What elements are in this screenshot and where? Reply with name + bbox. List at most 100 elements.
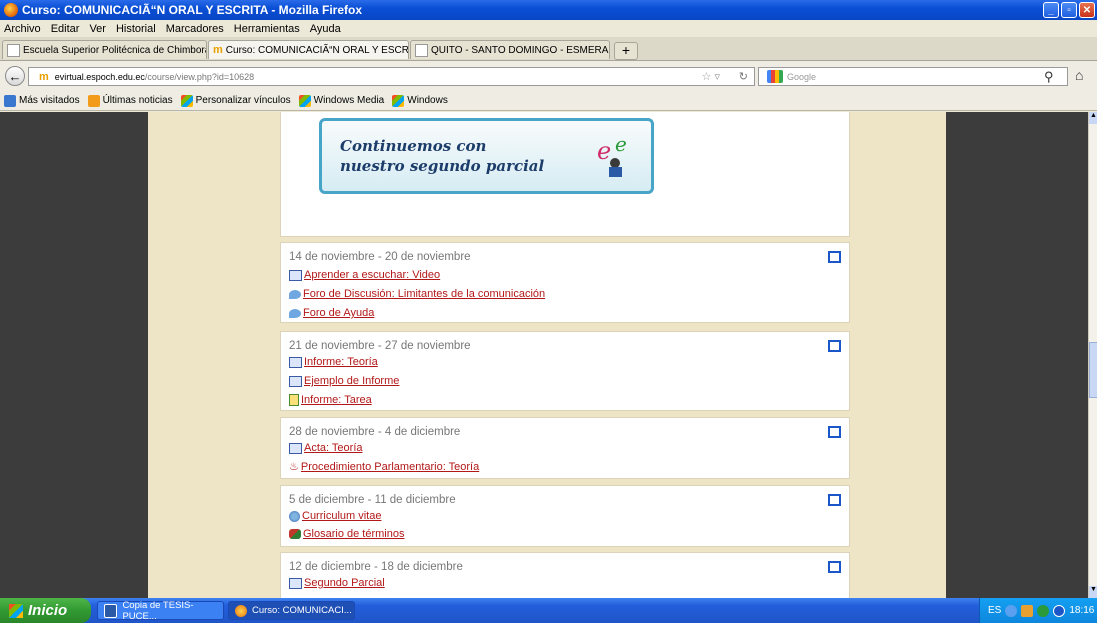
maximize-button[interactable]: ▫ xyxy=(1061,2,1077,18)
bookmark-label: Windows Media xyxy=(313,95,385,106)
tray-icon[interactable] xyxy=(1005,604,1018,617)
bookmark-label: Últimas noticias xyxy=(102,95,173,106)
firefox-icon xyxy=(235,604,247,617)
scrollbar-thumb[interactable] xyxy=(1089,342,1097,398)
menu-herramientas[interactable]: Herramientas xyxy=(234,23,300,35)
bookmark-star-icon[interactable]: ☆ ▿ xyxy=(702,70,720,83)
activity-link[interactable]: Foro de Ayuda xyxy=(303,307,374,319)
menu-ayuda[interactable]: Ayuda xyxy=(310,23,341,35)
menu-ver[interactable]: Ver xyxy=(89,23,106,35)
home-icon[interactable]: ⌂ xyxy=(1075,67,1083,83)
language-indicator[interactable]: ES xyxy=(988,605,1001,616)
activity-item[interactable]: Acta: Teoría xyxy=(289,442,363,454)
section-toggle-icon[interactable] xyxy=(828,340,841,352)
bookmark-label: Windows xyxy=(407,95,448,106)
page-content: Continuemos con nuestro segundo parcial … xyxy=(0,112,1088,598)
section-toggle-icon[interactable] xyxy=(828,251,841,263)
firefox-icon xyxy=(4,3,18,17)
bookmarks-bar: Más visitados Últimas noticias Personali… xyxy=(0,91,1097,111)
activity-item[interactable]: ♨ Procedimiento Parlamentario: Teoría xyxy=(289,460,479,474)
tray-icon[interactable] xyxy=(1053,604,1066,617)
week-section: 12 de diciembre - 18 de diciembre Segund… xyxy=(280,552,850,598)
activity-item[interactable]: Foro de Discusión: Limitantes de la comu… xyxy=(289,288,545,300)
window-controls: _ ▫ ✕ xyxy=(1043,2,1095,18)
system-tray: ES 18:16 xyxy=(979,598,1097,623)
svg-text:e: e xyxy=(615,133,627,156)
bookmark-ultimas-noticias[interactable]: Últimas noticias xyxy=(87,94,173,107)
activity-item[interactable]: Segundo Parcial xyxy=(289,577,385,589)
forum-icon xyxy=(289,289,301,299)
menu-archivo[interactable]: Archivo xyxy=(4,23,41,35)
vertical-scrollbar[interactable]: ▲ ▼ xyxy=(1088,112,1097,598)
menu-bar: Archivo Editar Ver Historial Marcadores … xyxy=(0,20,1097,37)
activity-link[interactable]: Segundo Parcial xyxy=(304,577,385,589)
activity-item[interactable]: Aprender a escuchar: Video xyxy=(289,269,440,281)
bookmark-windows-media[interactable]: Windows Media xyxy=(298,94,385,107)
pdf-icon: ♨ xyxy=(289,461,299,473)
tab-espoch[interactable]: Escuela Superior Politécnica de Chimbora… xyxy=(2,40,207,59)
menu-marcadores[interactable]: Marcadores xyxy=(166,23,224,35)
activity-link[interactable]: Aprender a escuchar: Video xyxy=(304,269,440,281)
tray-icon[interactable] xyxy=(1037,604,1050,617)
bookmark-personalizar[interactable]: Personalizar vínculos xyxy=(180,94,291,107)
taskbar-item-word[interactable]: Copia de TESIS-PUCE... xyxy=(97,600,224,622)
window-titlebar: Curso: COMUNICACIÃ“N ORAL Y ESCRITA - Mo… xyxy=(0,0,1097,20)
page-icon xyxy=(289,442,302,454)
banner-section: Continuemos con nuestro segundo parcial … xyxy=(280,112,850,237)
page-icon xyxy=(289,356,302,368)
bookmark-windows[interactable]: Windows xyxy=(392,94,448,107)
url-path: /course/view.php?id=10628 xyxy=(144,71,255,82)
course-column: Continuemos con nuestro segundo parcial … xyxy=(148,112,946,598)
section-title: 28 de noviembre - 4 de diciembre xyxy=(289,426,461,438)
activity-link[interactable]: Acta: Teoría xyxy=(304,442,363,454)
activity-link[interactable]: Curriculum vitae xyxy=(302,510,381,522)
activity-item[interactable]: Curriculum vitae xyxy=(289,510,381,522)
new-tab-button[interactable]: + xyxy=(614,42,638,60)
week-section: 5 de diciembre - 11 de diciembre Curricu… xyxy=(280,485,850,547)
tab-quito[interactable]: QUITO - SANTO DOMINGO - ESMERALDA... × xyxy=(410,40,610,59)
menu-editar[interactable]: Editar xyxy=(51,23,80,35)
activity-item[interactable]: Informe: Tarea xyxy=(289,394,372,406)
section-toggle-icon[interactable] xyxy=(828,561,841,573)
search-bar[interactable]: Google xyxy=(758,67,1068,86)
activity-link[interactable]: Informe: Teoría xyxy=(304,356,378,368)
scroll-down-icon[interactable]: ▼ xyxy=(1089,586,1097,598)
clock: 18:16 xyxy=(1069,605,1095,616)
windows-icon xyxy=(298,94,311,107)
taskbar-item-firefox[interactable]: Curso: COMUNICACI... xyxy=(228,601,355,620)
bookmark-mas-visitados[interactable]: Más visitados xyxy=(4,94,80,107)
url-bar[interactable]: m evirtual.espoch.edu.ec /course/view.ph… xyxy=(28,67,755,86)
minimize-button[interactable]: _ xyxy=(1043,2,1059,18)
reload-icon[interactable]: ↻ xyxy=(739,70,748,83)
start-label: Inicio xyxy=(28,602,68,619)
activity-item[interactable]: Glosario de términos xyxy=(289,528,405,540)
start-button[interactable]: Inicio xyxy=(0,598,91,623)
activity-item[interactable]: Ejemplo de Informe xyxy=(289,375,399,387)
page-favicon xyxy=(7,43,20,57)
activity-link[interactable]: Procedimiento Parlamentario: Teoría xyxy=(301,461,479,473)
tray-icon[interactable] xyxy=(1021,604,1034,617)
activity-link[interactable]: Foro de Discusión: Limitantes de la comu… xyxy=(303,288,545,300)
activity-link[interactable]: Glosario de términos xyxy=(303,528,405,540)
week-section: 14 de noviembre - 20 de noviembre Aprend… xyxy=(280,242,850,323)
activity-link[interactable]: Informe: Tarea xyxy=(301,394,372,406)
scroll-up-icon[interactable]: ▲ xyxy=(1089,112,1097,124)
search-icon[interactable]: ⚲ xyxy=(1044,69,1054,85)
close-window-button[interactable]: ✕ xyxy=(1079,2,1095,18)
section-toggle-icon[interactable] xyxy=(828,426,841,438)
windows-flag-icon xyxy=(9,603,23,618)
assignment-icon xyxy=(289,394,299,406)
activity-link[interactable]: Ejemplo de Informe xyxy=(304,375,399,387)
tab-label: QUITO - SANTO DOMINGO - ESMERALDA... xyxy=(431,44,609,56)
page-icon xyxy=(289,577,302,589)
activity-item[interactable]: Foro de Ayuda xyxy=(289,307,374,319)
back-button[interactable]: ← xyxy=(5,66,25,86)
activity-item[interactable]: Informe: Teoría xyxy=(289,356,378,368)
svg-text:e: e xyxy=(597,137,611,165)
page-favicon xyxy=(415,43,428,57)
week-section: 21 de noviembre - 27 de noviembre Inform… xyxy=(280,331,850,411)
menu-historial[interactable]: Historial xyxy=(116,23,156,35)
tab-curso[interactable]: m Curso: COMUNICACIÃ“N ORAL Y ESCRITA × xyxy=(208,40,409,59)
section-toggle-icon[interactable] xyxy=(828,494,841,506)
url-domain: evirtual.espoch.edu.ec xyxy=(54,71,145,82)
